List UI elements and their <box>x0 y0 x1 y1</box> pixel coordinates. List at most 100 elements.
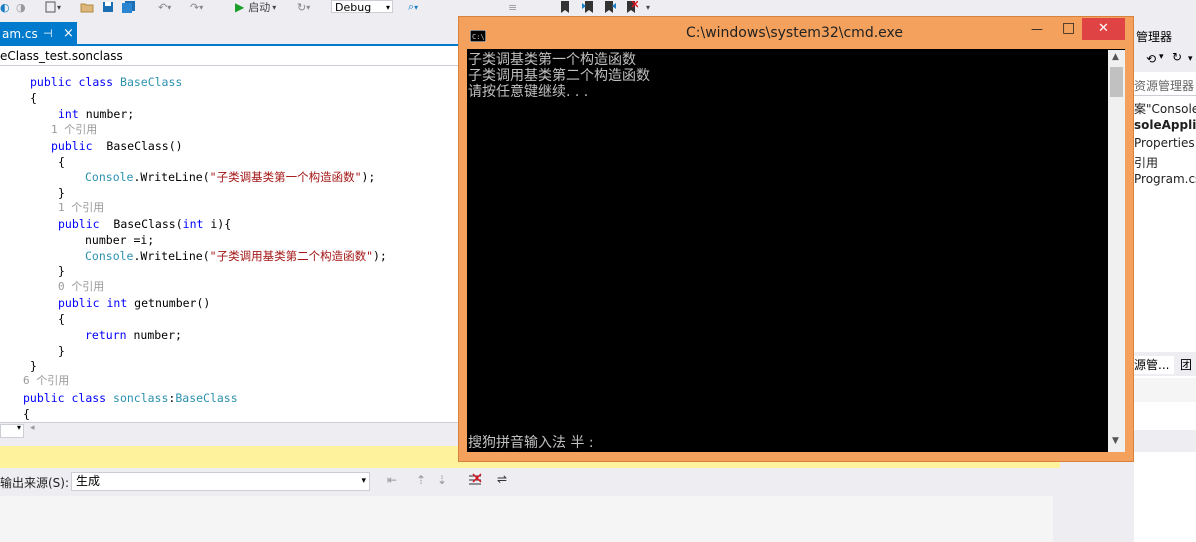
codelens-reference-count[interactable]: 1 个引用 <box>58 201 104 215</box>
comment-icon[interactable]: ≡ <box>508 0 517 14</box>
minimize-button[interactable]: — <box>1031 22 1043 36</box>
code-token: } <box>58 344 65 358</box>
code-token: "子类调基类第一个构造函数" <box>209 170 362 184</box>
save-all-icon[interactable] <box>122 0 136 14</box>
code-token: { <box>23 407 30 421</box>
code-token: return <box>85 328 134 342</box>
code-line: int number; <box>58 106 134 122</box>
redo-icon[interactable]: ↷ ▾ <box>190 0 203 14</box>
code-token: int <box>182 217 211 231</box>
scroll-down-icon[interactable]: ▼ <box>1112 436 1119 446</box>
history-icon[interactable]: ⟲ <box>1146 52 1156 66</box>
code-line: { <box>23 406 30 422</box>
save-icon[interactable] <box>102 0 114 14</box>
code-token: BaseClass <box>175 391 238 405</box>
chevron-down-icon[interactable]: ▾ <box>1188 54 1193 64</box>
tree-item-program-cs[interactable]: Program.cs <box>1134 172 1196 186</box>
output-source-dropdown[interactable]: 生成 ▾ <box>71 472 370 491</box>
tree-item-references[interactable]: 引用 <box>1134 154 1158 171</box>
code-line: public class BaseClass <box>30 74 182 90</box>
maximize-button[interactable]: □ <box>1062 20 1075 36</box>
nav-forward-icon[interactable]: ◑ <box>16 0 26 14</box>
solution-search-input[interactable]: 资源管理器 <box>1134 72 1196 96</box>
code-token: BaseClass() <box>99 139 183 153</box>
properties-toolbar <box>1134 430 1196 452</box>
tree-item-project[interactable]: soleAppli <box>1134 118 1196 132</box>
find-icon[interactable]: ⌕ ▾ <box>408 0 418 14</box>
play-icon: ▶ <box>235 0 245 14</box>
code-line: { <box>30 90 37 106</box>
cmd-vertical-scrollbar[interactable]: ▲ ▼ <box>1108 50 1125 452</box>
tree-item-properties[interactable]: Properties <box>1134 136 1195 150</box>
code-line: public BaseClass(int i){ <box>58 216 231 232</box>
refresh-icon[interactable]: ↻ ▾ <box>297 0 310 14</box>
code-line: public BaseClass() <box>51 138 183 154</box>
prev-bookmark-icon[interactable] <box>582 0 594 14</box>
nav-back-icon[interactable]: ◐ <box>0 0 10 14</box>
member-dropdown-value: eClass_test.sonclass <box>0 49 123 63</box>
code-editor[interactable]: public class BaseClass{int number; public… <box>0 66 460 422</box>
code-token: } <box>58 264 65 278</box>
code-line: return number; <box>85 327 182 343</box>
word-wrap-icon[interactable]: ⇌ <box>497 472 507 486</box>
code-line: } <box>30 358 37 374</box>
tab-solution-explorer[interactable]: 源管... <box>1134 356 1174 374</box>
code-token: public <box>30 75 79 89</box>
toolbar-overflow-icon[interactable]: ▾ <box>646 0 650 14</box>
undo-icon[interactable]: ↶ ▾ <box>158 0 171 14</box>
tab-program-cs[interactable]: am.cs ⊣ × <box>0 22 77 46</box>
config-value: Debug <box>335 1 372 14</box>
svg-text:C:\: C:\ <box>472 33 485 41</box>
code-line: } <box>58 185 65 201</box>
code-token: public <box>51 139 100 153</box>
solution-config-dropdown[interactable]: Debug ▾ <box>331 0 393 14</box>
scroll-up-icon[interactable]: ▲ <box>1112 52 1119 62</box>
chevron-down-icon: ▾ <box>361 476 366 486</box>
codelens-reference-count[interactable]: 1 个引用 <box>51 123 97 137</box>
close-icon[interactable]: × <box>63 22 74 46</box>
bookmark-icon[interactable] <box>560 0 570 14</box>
refresh-icon[interactable]: ↻ <box>1172 50 1182 64</box>
code-line: Console.WriteLine("子类调用基类第二个构造函数"); <box>85 248 387 264</box>
code-token: int <box>58 107 86 121</box>
clear-all-icon[interactable] <box>468 472 482 491</box>
goto-prev-icon[interactable]: ⇤ <box>387 473 397 487</box>
code-token: number; <box>85 107 135 121</box>
codelens-reference-count[interactable]: 6 个引用 <box>23 374 69 388</box>
console-line: 子类调用基类第二个构造函数 <box>468 68 650 84</box>
goto-last-icon[interactable]: ⇣ <box>437 473 447 487</box>
code-token: .WriteLine( <box>133 170 210 184</box>
start-button[interactable]: ▶ 启动 ▾ <box>235 0 276 14</box>
code-token: ); <box>373 249 387 263</box>
code-token: public <box>23 391 72 405</box>
next-bookmark-icon[interactable] <box>604 0 616 14</box>
scroll-left-icon[interactable]: ◂ <box>30 423 35 433</box>
code-token: public <box>58 217 107 231</box>
tree-item-solution[interactable]: 案"Console <box>1134 100 1196 117</box>
member-navigation-bar[interactable]: eClass_test.sonclass <box>0 46 460 66</box>
open-folder-icon[interactable] <box>80 0 94 14</box>
code-token: "子类调用基类第二个构造函数" <box>209 249 373 263</box>
new-project-icon[interactable]: ▾ <box>45 0 61 14</box>
zoom-dropdown[interactable]: ▾ <box>0 423 24 438</box>
pin-icon[interactable]: ⊣ <box>43 22 53 46</box>
solution-explorer-bottom-tabs: 源管... 团 <box>1134 352 1196 376</box>
clear-bookmarks-icon[interactable] <box>626 0 638 14</box>
close-button[interactable]: ✕ <box>1082 18 1125 40</box>
tab-team-explorer[interactable]: 团 <box>1180 356 1192 373</box>
codelens-reference-count[interactable]: 0 个引用 <box>58 280 104 294</box>
output-vertical-scrollbar[interactable] <box>1053 468 1060 542</box>
output-text-area[interactable] <box>0 496 1053 542</box>
solution-explorer-title: 管理器 <box>1136 30 1173 44</box>
goto-next-icon[interactable]: ⇡ <box>416 473 426 487</box>
editor-horizontal-scrollbar[interactable]: ◂ <box>0 422 460 439</box>
properties-header <box>1134 378 1196 402</box>
code-token: { <box>30 91 37 105</box>
code-token: { <box>58 312 65 326</box>
ime-status-text: 搜狗拼音输入法 半 : <box>468 435 594 451</box>
chevron-down-icon[interactable]: ▾ <box>1159 52 1164 62</box>
cmd-icon: C:\ <box>469 27 487 46</box>
scroll-thumb[interactable] <box>1110 67 1123 97</box>
cmd-console-output[interactable] <box>467 49 1125 452</box>
output-source-value: 生成 <box>76 474 101 488</box>
